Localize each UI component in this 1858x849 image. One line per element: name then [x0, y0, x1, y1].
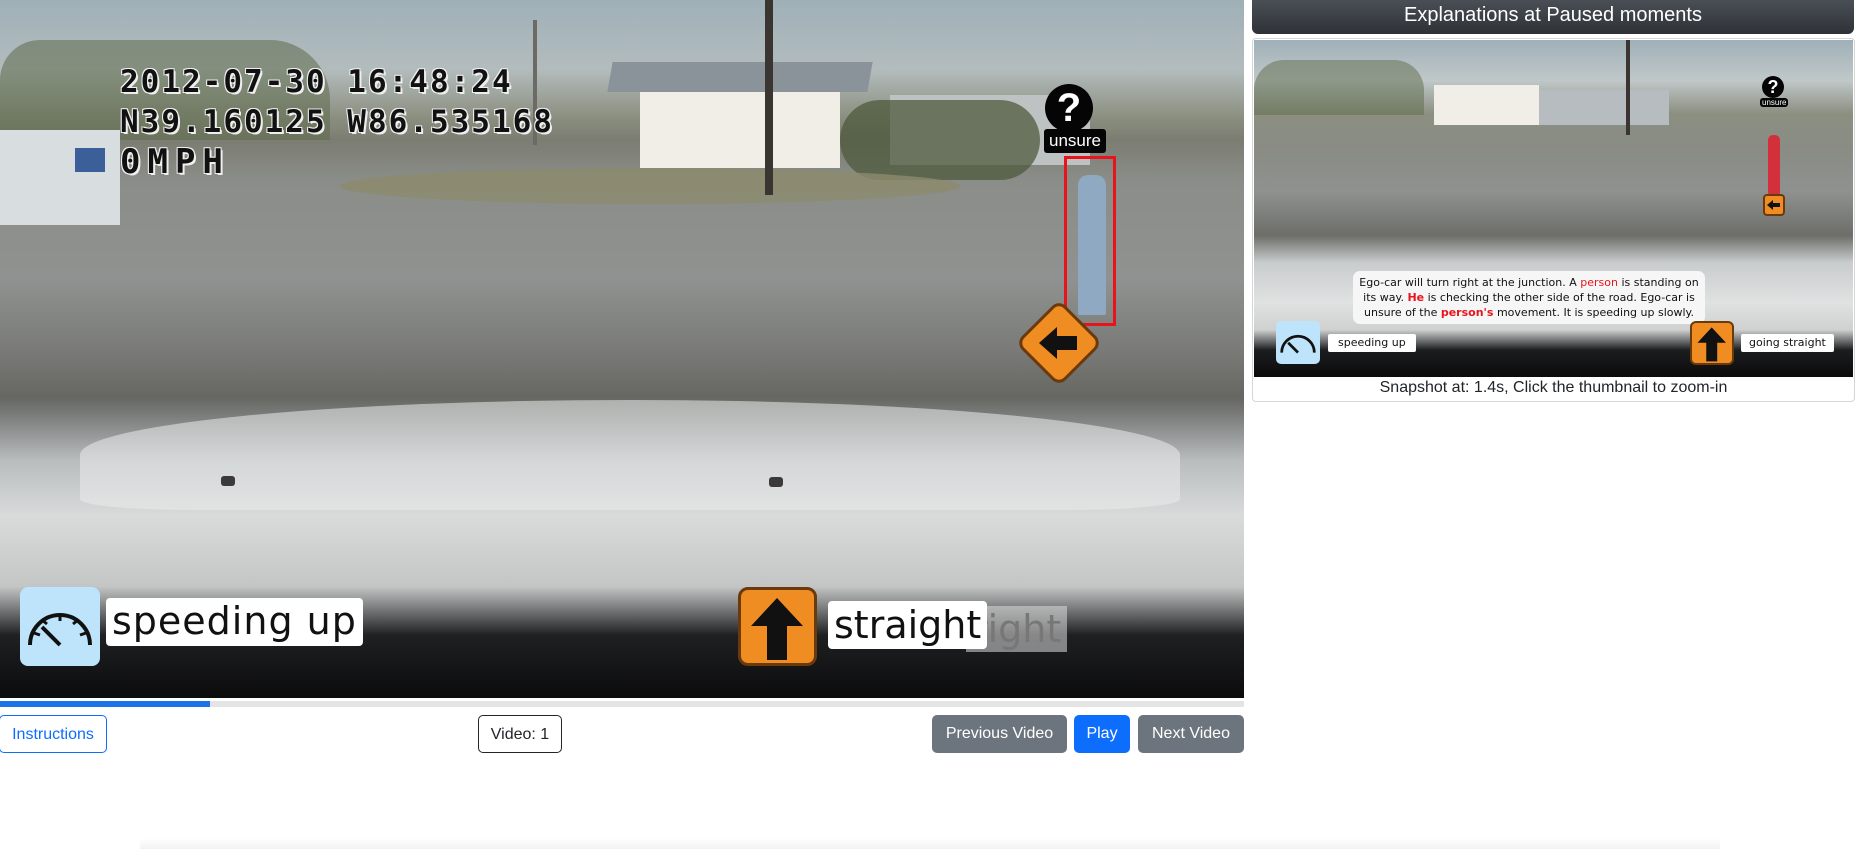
explanation-highlight-he: He [1407, 291, 1425, 304]
speed-overlay: 0MPH [120, 142, 230, 182]
thumb-pole [1626, 40, 1630, 135]
explanation-highlight-person: person [1580, 276, 1618, 289]
object-status-tag: unsure [1044, 129, 1106, 153]
hood-nozzle-left [221, 476, 235, 486]
building-center [640, 80, 840, 168]
panel-header: Explanations at Paused moments [1252, 0, 1854, 34]
timestamp-overlay: 2012-07-30 16:48:24 [120, 64, 513, 100]
building-center-roof [607, 62, 873, 92]
thumb-question-icon: ? [1762, 76, 1784, 98]
thumb-trees-left [1254, 60, 1424, 115]
thumb-building-right [1539, 90, 1669, 125]
video-counter: Video: 1 [478, 715, 562, 753]
thumb-speed-label: speeding up [1328, 334, 1416, 352]
thumb-turn-left-icon [1763, 194, 1785, 216]
hood-shine [80, 400, 1180, 510]
next-video-button[interactable]: Next Video [1138, 715, 1244, 753]
thumb-direction-label: going straight [1741, 334, 1834, 352]
question-icon: ? [1045, 84, 1093, 132]
video-progress-fill [0, 701, 211, 707]
thumb-building [1434, 85, 1539, 125]
building-left [0, 130, 120, 225]
previous-video-button[interactable]: Previous Video [932, 715, 1067, 753]
gps-overlay: N39.160125 W86.535168 [120, 104, 554, 140]
explanation-part-4: movement. It is speeding up slowly. [1493, 306, 1694, 319]
trees-right [840, 100, 1040, 180]
explanation-card: ? unsure Ego-car will turn right at the … [1252, 38, 1855, 402]
speed-action-label: speeding up [106, 598, 363, 646]
grass-island [340, 168, 960, 204]
explanation-highlight-persons: person's [1440, 306, 1494, 319]
snapshot-caption: Snapshot at: 1.4s, Click the thumbnail t… [1379, 379, 1728, 396]
pedestrian-bounding-box [1064, 156, 1116, 326]
instructions-button[interactable]: Instructions [0, 715, 107, 753]
direction-action-label: straight [828, 601, 988, 649]
hood-nozzle-right [769, 477, 783, 487]
page-bottom-shadow [140, 838, 1720, 849]
thumb-person [1768, 135, 1780, 197]
explanation-text: Ego-car will turn right at the junction.… [1353, 271, 1705, 324]
video-progress-bar[interactable] [0, 701, 1244, 707]
play-button[interactable]: Play [1074, 715, 1130, 753]
straight-arrow-icon [738, 587, 817, 666]
thumb-speedometer-icon [1276, 321, 1320, 364]
thumb-object-status-tag: unsure [1760, 98, 1789, 107]
explanation-part-1: Ego-car will turn right at the junction.… [1359, 276, 1581, 289]
thumb-straight-arrow-icon [1690, 321, 1734, 365]
video-frame[interactable]: 2012-07-30 16:48:24 N39.160125 W86.53516… [0, 0, 1244, 698]
speedometer-icon [20, 587, 100, 666]
snapshot-thumbnail[interactable]: ? unsure Ego-car will turn right at the … [1254, 40, 1853, 377]
utility-pole [765, 0, 773, 195]
building-left-awning [75, 148, 105, 172]
